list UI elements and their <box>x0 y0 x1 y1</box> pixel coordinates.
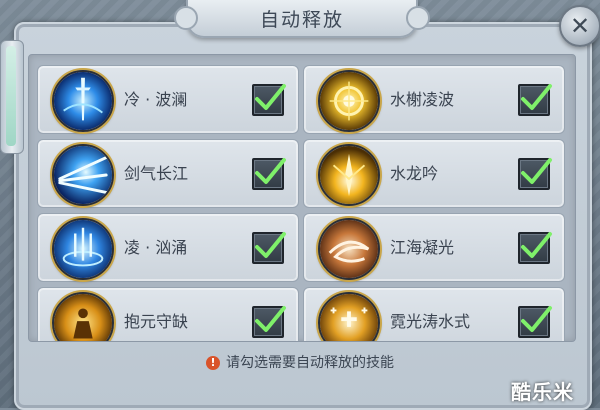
checkmark-icon <box>521 232 552 258</box>
checkmark-icon <box>255 158 286 184</box>
checkmark-icon <box>255 306 286 332</box>
meditation-icon <box>52 292 114 341</box>
skill-checkbox[interactable] <box>518 232 552 264</box>
hint-text: 请勾选需要自动释放的技能 <box>226 355 394 371</box>
skill-checkbox[interactable] <box>518 158 552 190</box>
hint-message: ! 请勾选需要自动释放的技能 <box>0 352 600 372</box>
skill-name: 凌 · 汹涌 <box>124 238 188 257</box>
skill-name: 抱元守缺 <box>124 312 189 331</box>
dialog-title: 自动释放 <box>259 8 344 31</box>
skill-name: 霓光涛水式 <box>390 312 471 331</box>
skill-name: 水榭凌波 <box>390 90 455 109</box>
skill-card[interactable]: 凌 · 汹涌 <box>37 213 299 282</box>
skill-name: 水龙吟 <box>390 164 439 183</box>
warning-icon: ! <box>206 356 220 370</box>
checkmark-icon <box>255 84 286 110</box>
skill-card[interactable]: 江海凝光 <box>303 213 565 282</box>
skill-checkbox[interactable] <box>252 84 286 116</box>
swirl-icon <box>318 218 380 280</box>
checkmark-icon <box>521 306 552 332</box>
skill-card[interactable]: 冷 · 波澜 <box>37 65 299 134</box>
sparkle-cross-icon <box>318 292 380 341</box>
skill-checkbox[interactable] <box>252 232 286 264</box>
close-button[interactable]: ✕ <box>559 5 600 47</box>
watermark: 酷乐米 <box>511 380 574 404</box>
skill-name: 江海凝光 <box>390 238 455 257</box>
skill-card[interactable]: 水榭凌波 <box>303 65 565 134</box>
dialog-title-tab: 自动释放 <box>174 0 430 38</box>
skill-list-panel[interactable]: 冷 · 波澜 水榭凌波 剑气长江 水龙吟 凌 · 汹涌 江海凝光 抱元守缺 霓光… <box>28 54 576 342</box>
golden-orb-icon <box>318 70 380 132</box>
checkmark-icon <box>521 158 552 184</box>
scroll-ornament-jade <box>6 46 16 146</box>
skill-checkbox[interactable] <box>518 306 552 338</box>
skill-name: 冷 · 波澜 <box>124 90 188 109</box>
golden-burst-icon <box>318 144 380 206</box>
skill-name: 剑气长江 <box>124 164 189 183</box>
skill-checkbox[interactable] <box>252 306 286 338</box>
skill-card[interactable]: 霓光涛水式 <box>303 287 565 341</box>
sword-wave-icon <box>52 144 114 206</box>
close-icon: ✕ <box>569 12 591 40</box>
checkmark-icon <box>521 84 552 110</box>
skill-checkbox[interactable] <box>252 158 286 190</box>
skill-card[interactable]: 抱元守缺 <box>37 287 299 341</box>
skill-card[interactable]: 剑气长江 <box>37 139 299 208</box>
water-vortex-icon <box>52 218 114 280</box>
skill-card[interactable]: 水龙吟 <box>303 139 565 208</box>
water-sword-icon <box>52 70 114 132</box>
checkmark-icon <box>255 232 286 258</box>
skill-checkbox[interactable] <box>518 84 552 116</box>
